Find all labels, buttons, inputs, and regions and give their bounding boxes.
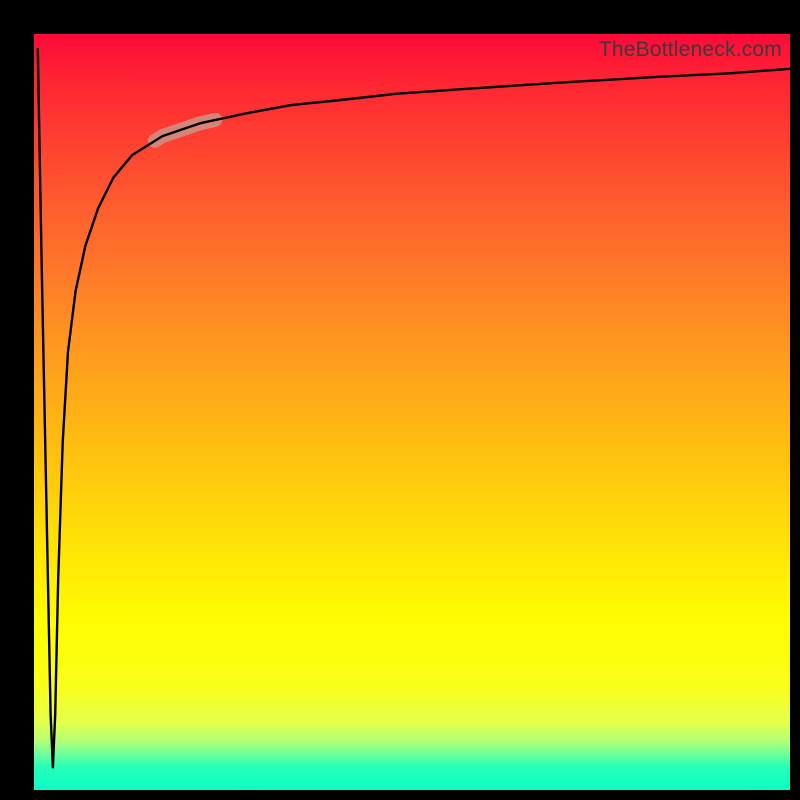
watermark-label: TheBottleneck.com	[599, 38, 782, 62]
chart-canvas: TheBottleneck.com	[0, 0, 800, 800]
plot-area: TheBottleneck.com	[34, 34, 790, 790]
